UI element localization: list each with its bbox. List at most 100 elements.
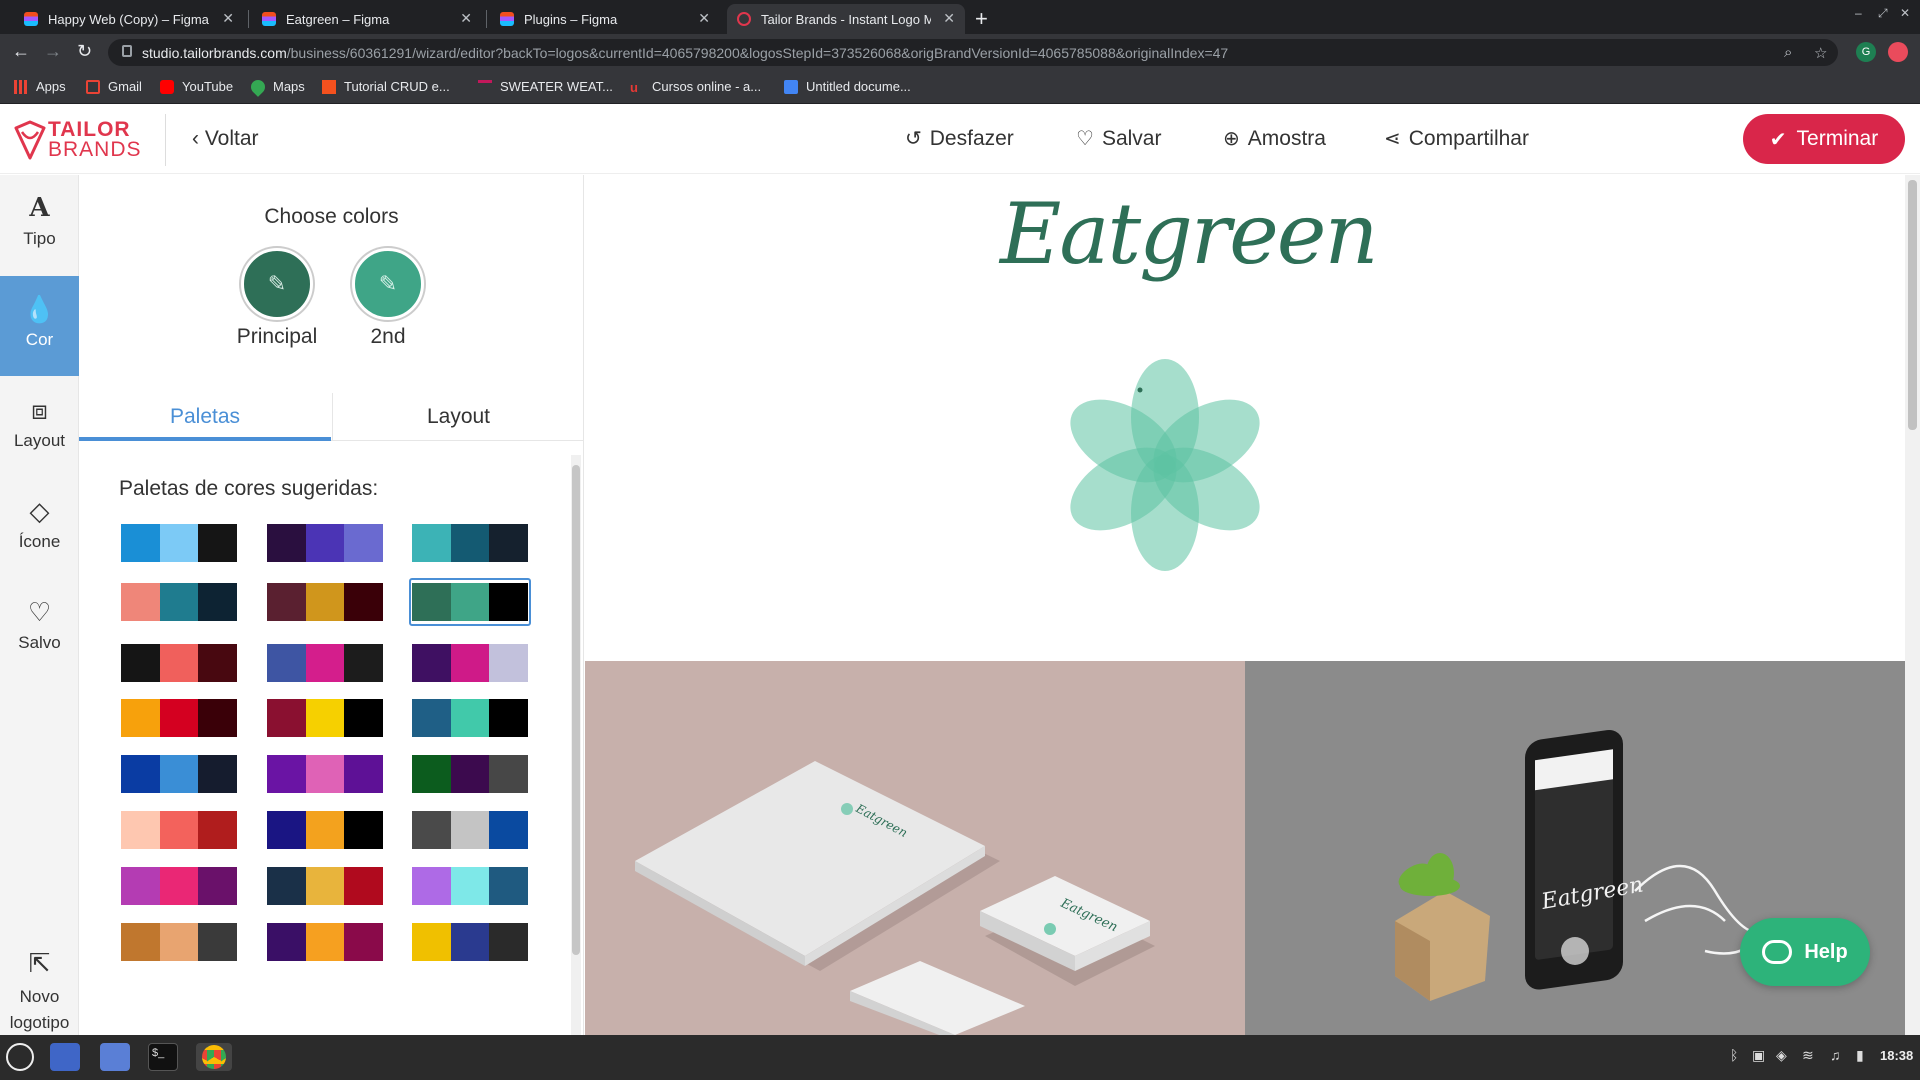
show-desktop-icon[interactable] bbox=[50, 1043, 80, 1071]
back-arrow-icon[interactable]: ← bbox=[12, 41, 30, 62]
zoom-icon[interactable]: ⌕ bbox=[1784, 44, 1792, 61]
logo-wordmark[interactable]: Eatgreen bbox=[1000, 185, 1379, 283]
palette-color-chip bbox=[489, 699, 528, 737]
bookmark-item[interactable]: u Cursos online - a... bbox=[630, 79, 761, 95]
palette-option[interactable] bbox=[267, 755, 383, 793]
palette-option[interactable] bbox=[121, 755, 237, 793]
mint-menu-icon[interactable] bbox=[6, 1043, 34, 1071]
close-icon[interactable]: ✕ bbox=[222, 10, 234, 27]
rail-item-salvo[interactable]: ♡ Salvo bbox=[0, 579, 79, 679]
window-close-icon[interactable]: ✕ bbox=[1900, 6, 1910, 20]
palette-option[interactable] bbox=[267, 583, 383, 621]
palette-option[interactable] bbox=[121, 699, 237, 737]
rail-item-cor[interactable]: 💧 Cor bbox=[0, 276, 79, 376]
palette-option[interactable] bbox=[412, 923, 528, 961]
palette-option[interactable] bbox=[121, 524, 237, 562]
browser-tab[interactable]: Eatgreen – Figma ✕ bbox=[252, 4, 482, 34]
palette-option[interactable] bbox=[121, 867, 237, 905]
rail-item-icone[interactable]: ◇ Ícone bbox=[0, 478, 79, 578]
palette-color-chip bbox=[198, 699, 237, 737]
palette-option[interactable] bbox=[267, 867, 383, 905]
profile-avatar[interactable]: G bbox=[1856, 42, 1876, 62]
tab-layout[interactable]: Layout bbox=[332, 393, 584, 441]
palette-color-chip bbox=[198, 524, 237, 562]
palette-option[interactable] bbox=[121, 923, 237, 961]
palette-option[interactable] bbox=[121, 583, 237, 621]
tab-paletas[interactable]: Paletas bbox=[79, 393, 331, 441]
sample-button[interactable]: ⊕ Amostra bbox=[1223, 126, 1326, 151]
palette-option[interactable] bbox=[267, 923, 383, 961]
undo-button[interactable]: ↺ Desfazer bbox=[905, 126, 1014, 151]
palette-option[interactable] bbox=[267, 644, 383, 682]
bookmark-item[interactable]: YouTube bbox=[160, 79, 233, 94]
palette-option[interactable] bbox=[412, 583, 528, 621]
palettes-heading: Paletas de cores sugeridas: bbox=[119, 477, 379, 500]
palette-option[interactable] bbox=[412, 699, 528, 737]
secondary-color-swatch[interactable]: ✎ bbox=[352, 248, 424, 320]
palette-color-chip bbox=[412, 811, 451, 849]
palette-color-chip bbox=[489, 644, 528, 682]
lotus-flower-icon[interactable] bbox=[1055, 355, 1275, 575]
panel-scroll-thumb[interactable] bbox=[572, 465, 580, 955]
close-icon[interactable]: ✕ bbox=[943, 10, 955, 27]
rail-item-layout[interactable]: ⧈ Layout bbox=[0, 377, 79, 477]
stationery-mockup[interactable]: Eatgreen Eatgreen bbox=[585, 661, 1245, 1035]
bookmark-item[interactable]: Maps bbox=[248, 76, 305, 97]
new-logo-icon: ⇱ bbox=[28, 948, 51, 978]
palette-color-chip bbox=[159, 811, 199, 849]
back-button[interactable]: ‹ Voltar bbox=[192, 127, 259, 151]
bookmark-item[interactable]: SWEATER WEAT... bbox=[478, 79, 613, 94]
minimize-icon[interactable]: – bbox=[1855, 6, 1862, 20]
close-icon[interactable]: ✕ bbox=[698, 10, 710, 27]
save-button[interactable]: ♡ Salvar bbox=[1076, 126, 1161, 151]
battery-icon[interactable]: ▮ bbox=[1856, 1047, 1864, 1064]
bluetooth-icon[interactable]: ᛒ bbox=[1730, 1047, 1738, 1063]
browser-tab[interactable]: Happy Web (Copy) – Figma ✕ bbox=[14, 4, 244, 34]
palette-option[interactable] bbox=[267, 524, 383, 562]
figma-icon bbox=[500, 12, 514, 26]
rail-item-tipo[interactable]: A Tipo bbox=[0, 175, 79, 275]
chrome-icon[interactable] bbox=[196, 1043, 232, 1071]
file-manager-icon[interactable] bbox=[100, 1043, 130, 1071]
browser-tab[interactable]: Plugins – Figma ✕ bbox=[490, 4, 720, 34]
bookmark-item[interactable]: Gmail bbox=[86, 79, 142, 94]
bookmark-item[interactable]: Tutorial CRUD e... bbox=[322, 79, 450, 94]
url-field[interactable]: studio.tailorbrands.com/business/6036129… bbox=[108, 39, 1838, 66]
palette-option[interactable] bbox=[267, 811, 383, 849]
palette-option[interactable] bbox=[412, 524, 528, 562]
forward-arrow-icon[interactable]: → bbox=[44, 41, 62, 62]
palette-option[interactable] bbox=[121, 811, 237, 849]
bookmark-star-icon[interactable]: ☆ bbox=[1814, 44, 1827, 62]
palette-color-chip bbox=[305, 644, 345, 682]
browser-tab-bar: Happy Web (Copy) – Figma ✕ Eatgreen – Fi… bbox=[0, 0, 1920, 34]
bookmark-item[interactable]: Untitled docume... bbox=[784, 79, 911, 94]
palette-color-chip bbox=[267, 811, 306, 849]
network-icon[interactable]: ≋ bbox=[1802, 1047, 1814, 1064]
palette-option[interactable] bbox=[412, 755, 528, 793]
browser-tab-active[interactable]: Tailor Brands - Instant Logo M ✕ bbox=[727, 4, 965, 34]
palette-option[interactable] bbox=[121, 644, 237, 682]
shield-icon[interactable]: ◈ bbox=[1776, 1047, 1787, 1064]
terminal-icon[interactable]: $_ bbox=[148, 1043, 178, 1071]
primary-color-swatch[interactable]: ✎ bbox=[241, 248, 313, 320]
volume-icon[interactable]: ♫ bbox=[1830, 1047, 1841, 1063]
maximize-icon[interactable]: ⤢ bbox=[1878, 6, 1888, 21]
reload-icon[interactable]: ↻ bbox=[77, 41, 92, 62]
help-button[interactable]: Help bbox=[1740, 918, 1870, 986]
clipboard-icon[interactable]: ▣ bbox=[1752, 1047, 1765, 1064]
bookmark-item[interactable]: Apps bbox=[14, 79, 66, 94]
finish-button[interactable]: ✔ Terminar bbox=[1743, 114, 1905, 164]
rail-item-novo-logotipo[interactable]: ⇱ Novo logotipo bbox=[0, 930, 79, 1035]
palette-option[interactable] bbox=[412, 811, 528, 849]
new-tab-button[interactable]: + bbox=[975, 6, 988, 32]
palette-option[interactable] bbox=[267, 699, 383, 737]
palette-color-chip bbox=[267, 923, 306, 961]
palette-color-chip bbox=[412, 583, 451, 621]
extension-icon[interactable] bbox=[1888, 42, 1908, 62]
close-icon[interactable]: ✕ bbox=[460, 10, 472, 27]
palette-option[interactable] bbox=[412, 644, 528, 682]
palette-option[interactable] bbox=[412, 867, 528, 905]
page-scroll-thumb[interactable] bbox=[1908, 180, 1917, 430]
share-button[interactable]: ⋖ Compartilhar bbox=[1384, 126, 1529, 151]
palette-color-chip bbox=[489, 583, 528, 621]
